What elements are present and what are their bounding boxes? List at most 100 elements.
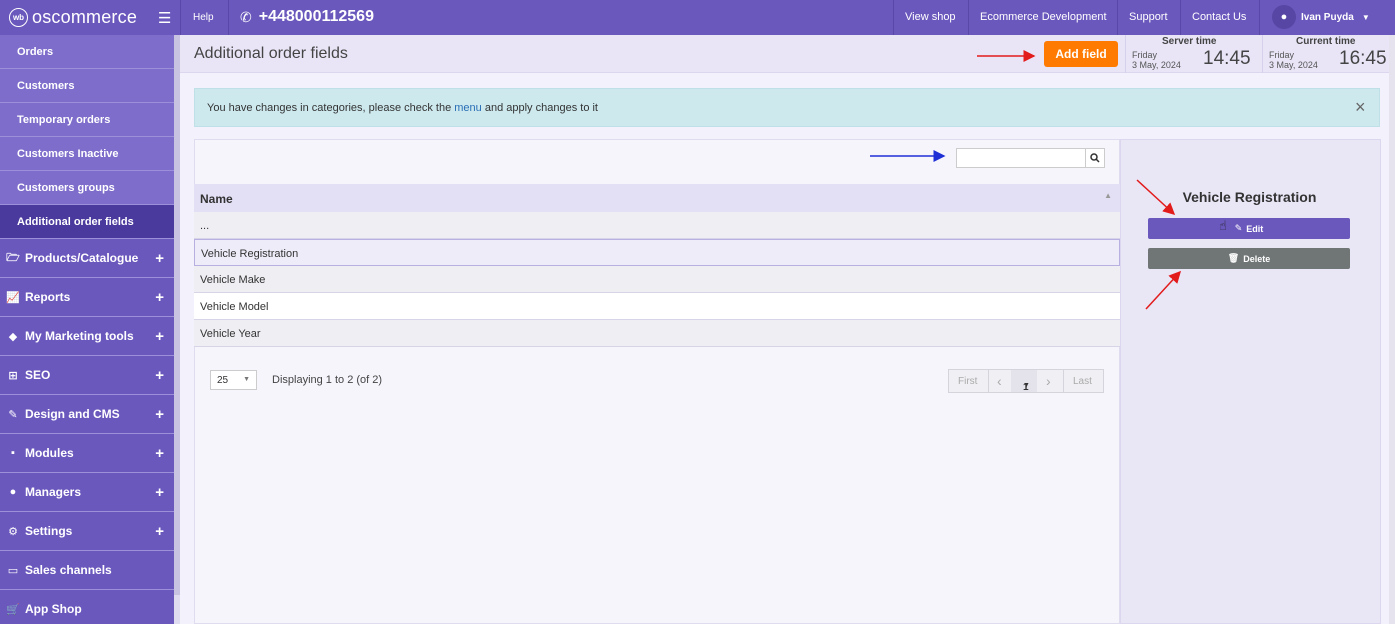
server-time-date-text: 3 May, 2024 — [1132, 60, 1181, 70]
brush-icon: ✎ — [8, 408, 18, 421]
sidebar-scrollbar-thumb[interactable] — [174, 35, 180, 595]
sidebar-item-design-and-cms[interactable]: ✎ Design and CMS + — [0, 395, 174, 434]
sidebar-item-additional-order-fields[interactable]: Additional order fields — [0, 205, 174, 239]
top-bar: wb oscommerce ☰ Help ✆ +448000112569 Vie… — [0, 0, 1395, 35]
chevron-down-icon: ▼ — [1023, 382, 1030, 389]
logo[interactable]: wb oscommerce — [9, 6, 137, 28]
delete-button[interactable]: 🗑 Delete — [1148, 248, 1350, 269]
sidebar-item-label: Managers — [25, 485, 82, 499]
chart-icon: 📈 — [6, 291, 20, 304]
table-row[interactable]: Vehicle Year — [194, 320, 1120, 347]
sidebar-item-customers-groups[interactable]: Customers groups — [0, 171, 174, 205]
expand-plus-icon: + — [155, 444, 164, 462]
ecommerce-development-link[interactable]: Ecommerce Development — [980, 11, 1107, 23]
close-icon[interactable]: × — [1355, 97, 1366, 118]
sidebar-item-label: SEO — [25, 368, 51, 382]
prev-page-icon[interactable]: ‹ — [997, 373, 1002, 389]
divider — [180, 0, 181, 35]
user-menu[interactable]: ● Ivan Puyda ▼ — [1272, 5, 1370, 29]
modules-icon: ▪ — [11, 447, 15, 459]
delete-label: Delete — [1243, 253, 1271, 264]
table-row-selected[interactable]: Vehicle Registration — [194, 239, 1120, 266]
menu-toggle-icon[interactable]: ☰ — [158, 9, 171, 27]
sidebar-item-products-catalogue[interactable]: 🗁 Products/Catalogue + — [0, 239, 174, 278]
search-icon[interactable] — [1085, 148, 1105, 168]
server-time-day: Friday — [1132, 50, 1158, 60]
alert-text-after: and apply changes to it — [481, 102, 598, 114]
alert-message: You have changes in categories, please c… — [207, 102, 598, 114]
sidebar-item-temporary-orders[interactable]: Temporary orders — [0, 103, 174, 137]
sidebar-item-label: App Shop — [25, 602, 82, 616]
last-page-button[interactable]: Last — [1073, 376, 1092, 387]
divider — [968, 0, 969, 35]
sidebar-item-label: Sales channels — [25, 563, 112, 577]
detail-title: Vehicle Registration — [1182, 189, 1317, 205]
per-page-select[interactable]: 25 ▼ — [210, 370, 257, 390]
view-shop-link[interactable]: View shop — [905, 11, 956, 23]
phone-number[interactable]: ✆ +448000112569 — [240, 8, 374, 26]
alert-text-before: You have changes in categories, please c… — [207, 102, 455, 114]
sidebar-item-customers-inactive[interactable]: Customers Inactive — [0, 137, 174, 171]
divider — [988, 370, 989, 392]
monitor-icon: ▭ — [7, 564, 19, 577]
folder-icon: 🗁 — [6, 251, 20, 264]
table-cell: Vehicle Make — [200, 274, 266, 286]
next-page-icon[interactable]: › — [1046, 373, 1051, 389]
sidebar-item-label: Customers Inactive — [17, 147, 119, 160]
table-header[interactable]: Name ▲ — [194, 184, 1120, 212]
divider — [1259, 0, 1260, 35]
sidebar-item-settings[interactable]: ⚙ Settings + — [0, 512, 174, 551]
edit-button[interactable]: ✎ Edit — [1148, 218, 1350, 239]
user-name: Ivan Puyda — [1301, 11, 1354, 23]
sidebar-item-reports[interactable]: 📈 Reports + — [0, 278, 174, 317]
expand-plus-icon: + — [155, 405, 164, 423]
sort-icon[interactable]: ▲ — [1104, 191, 1112, 200]
sidebar-item-seo[interactable]: ⊞ SEO + — [0, 356, 174, 395]
hand-cursor-icon: ☝ — [1219, 218, 1227, 233]
divider — [228, 0, 229, 35]
sidebar-item-my-marketing-tools[interactable]: ◆ My Marketing tools + — [0, 317, 174, 356]
info-alert: You have changes in categories, please c… — [194, 88, 1380, 127]
user-icon: ● — [9, 486, 17, 498]
sidebar-item-app-shop[interactable]: 🛒 App Shop — [0, 590, 174, 624]
pencil-icon: ✎ — [1234, 223, 1243, 233]
sidebar-item-label: Orders — [17, 45, 54, 58]
sidebar-item-modules[interactable]: ▪ Modules + — [0, 434, 174, 473]
sitemap-icon: ⊞ — [8, 369, 18, 382]
per-page-value: 25 — [217, 375, 229, 386]
alert-menu-link[interactable]: menu — [454, 102, 482, 114]
current-time: Current time Friday 3 May, 2024 16:45 — [1262, 35, 1395, 73]
contact-us-link[interactable]: Contact Us — [1192, 11, 1246, 23]
table-row[interactable]: Vehicle Model — [194, 293, 1120, 320]
search-input[interactable] — [956, 148, 1086, 168]
sidebar-item-sales-channels[interactable]: ▭ Sales channels — [0, 551, 174, 590]
current-time-date: Friday 3 May, 2024 — [1269, 50, 1318, 70]
gears-icon: ⚙ — [8, 525, 18, 538]
sidebar-item-label: Settings — [25, 524, 73, 538]
chevron-down-icon: ▼ — [243, 376, 250, 383]
table-row[interactable]: ... — [194, 212, 1120, 239]
expand-plus-icon: + — [155, 366, 164, 384]
support-link[interactable]: Support — [1129, 11, 1168, 23]
current-time-day: Friday — [1269, 50, 1295, 60]
page-select[interactable]: 1 ▼ — [1011, 370, 1037, 393]
server-time: Server time Friday 3 May, 2024 14:45 — [1125, 35, 1263, 73]
sidebar-item-label: Reports — [25, 290, 71, 304]
sidebar-item-customers[interactable]: Customers — [0, 69, 174, 103]
page-scrollbar[interactable] — [1389, 35, 1395, 624]
table-row[interactable]: Vehicle Make — [194, 266, 1120, 293]
first-page-button[interactable]: First — [958, 376, 977, 387]
sidebar-item-managers[interactable]: ● Managers + — [0, 473, 174, 512]
tag-icon: ◆ — [8, 330, 18, 343]
edit-label: Edit — [1246, 223, 1264, 234]
cart-icon: 🛒 — [6, 603, 20, 616]
add-field-button[interactable]: Add field — [1044, 41, 1118, 67]
phone-text: +448000112569 — [258, 8, 374, 25]
server-time-value: 14:45 — [1203, 48, 1251, 69]
column-header-name[interactable]: Name — [200, 192, 233, 206]
help-link[interactable]: Help — [193, 12, 214, 23]
table-cell: Vehicle Registration — [201, 248, 299, 260]
table-cell: Vehicle Model — [200, 301, 269, 313]
sidebar-item-orders[interactable]: Orders — [0, 35, 174, 69]
sidebar-item-label: Modules — [25, 446, 74, 460]
